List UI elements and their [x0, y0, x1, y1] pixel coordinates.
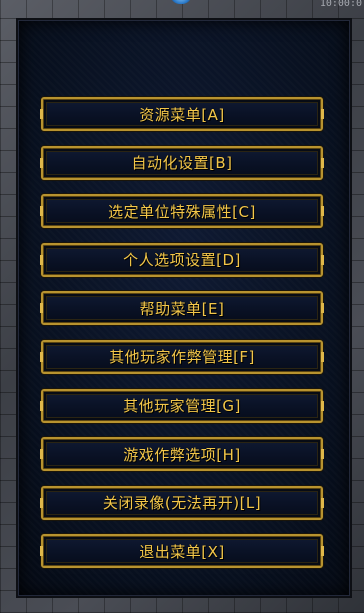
menu-item-label: 帮助菜单[E] [139, 299, 225, 318]
close-replay-button[interactable]: 关闭录像(无法再开)[L] [40, 485, 324, 520]
menu-item-label: 资源菜单[A] [139, 105, 225, 124]
automation-settings-button[interactable]: 自动化设置[B] [40, 145, 324, 180]
resource-menu-button[interactable]: 资源菜单[A] [40, 97, 324, 131]
menu-item-label: 个人选项设置[D] [123, 251, 241, 270]
menu-item-label: 其他玩家作弊管理[F] [109, 348, 255, 367]
menu-list: 资源菜单[A] 自动化设置[B] 选定单位特殊属性[C] 个人选项设置[D] 帮… [40, 97, 324, 583]
menu-item-label: 其他玩家管理[G] [123, 397, 241, 416]
corner-readout: 10:00:0 [319, 0, 362, 9]
menu-item-label: 选定单位特殊属性[C] [108, 202, 256, 221]
menu-item-label: 游戏作弊选项[H] [123, 445, 241, 464]
player-cheat-management-button[interactable]: 其他玩家作弊管理[F] [40, 339, 324, 374]
exit-menu-button[interactable]: 退出菜单[X] [40, 534, 324, 569]
player-management-button[interactable]: 其他玩家管理[G] [40, 388, 324, 423]
unit-special-attributes-button[interactable]: 选定单位特殊属性[C] [40, 194, 324, 229]
help-menu-button[interactable]: 帮助菜单[E] [40, 291, 324, 326]
personal-options-button[interactable]: 个人选项设置[D] [40, 242, 324, 277]
menu-item-label: 关闭录像(无法再开)[L] [102, 494, 262, 513]
menu-item-label: 自动化设置[B] [131, 154, 233, 173]
game-cheat-options-button[interactable]: 游戏作弊选项[H] [40, 437, 324, 472]
menu-item-label: 退出菜单[X] [139, 542, 225, 561]
